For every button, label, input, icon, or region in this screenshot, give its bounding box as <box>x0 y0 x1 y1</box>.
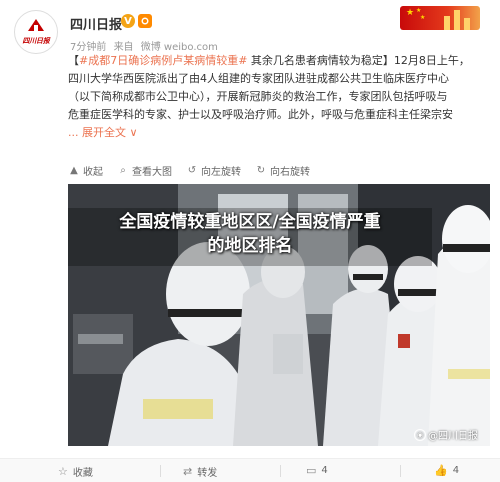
rotate-left-label: 向左旋转 <box>201 166 241 178</box>
rotate-right-button[interactable]: ↻ 向右旋转 <box>255 163 310 178</box>
post-line-2: 四川大学华西医院派出了由4人组建的专家团队进驻成都公共卫生临床医疗中心 <box>68 72 449 85</box>
author-name[interactable]: 四川日报 <box>70 14 122 33</box>
divider <box>400 465 401 477</box>
repost-label: 转发 <box>197 468 218 479</box>
favorite-button[interactable]: ☆ 收藏 <box>58 464 93 479</box>
rotate-left-button[interactable]: ↺ 向左旋转 <box>186 163 241 178</box>
rotate-left-icon: ↺ <box>187 164 197 176</box>
divider <box>280 465 281 477</box>
like-button[interactable]: 👍 4 <box>434 464 459 477</box>
anniversary-banner: ★ ★ ★ <box>400 6 480 30</box>
like-icon: 👍 <box>434 464 448 477</box>
repost-button[interactable]: ⇄ 转发 <box>183 464 217 479</box>
overlay-line-1: 全国疫情较重地区区/全国疫情严重 <box>119 212 381 232</box>
comment-count: 4 <box>321 465 328 476</box>
collapse-button[interactable]: ▲ 收起 <box>68 163 103 178</box>
post-text: 【#成都7日确诊病例卢某病情较重# 其余几名患者病情较为稳定】12月8日上午， … <box>68 52 492 142</box>
overlay-line-2: 的地区排名 <box>207 236 293 256</box>
image-watermark: ◉ @四川日报 <box>414 427 478 442</box>
view-large-button[interactable]: ⌕ 查看大图 <box>117 163 172 178</box>
comment-icon: ▭ <box>306 464 317 477</box>
image-overlay-title: 全国疫情较重地区区/全国疫情严重 的地区排名 <box>0 210 500 258</box>
post-line-1-rest: 其余几名患者病情较为稳定】12月8日上午， <box>247 54 470 67</box>
post-line-1: 【#成都7日确诊病例卢某病情较重# 其余几名患者病情较为稳定】12月8日上午， <box>68 52 492 70</box>
watermark-text: @四川日报 <box>428 431 478 442</box>
weibo-post-card: 四川日报 四川日报 V 7分钟前 来自 微博 weibo.com ★ ★ ★ 【… <box>0 0 500 482</box>
logo-mark-icon <box>26 18 46 34</box>
collapse-label: 收起 <box>83 166 103 178</box>
like-count: 4 <box>452 465 460 476</box>
weibo-logo-icon: ◉ <box>414 428 426 441</box>
action-bar: ☆ 收藏 ⇄ 转发 ▭ 4 👍 4 <box>0 458 500 482</box>
post-line-5: ... 展开全文 ∨ <box>68 124 492 142</box>
avatar[interactable]: 四川日报 <box>14 10 58 54</box>
bracket-open: 【 <box>68 54 79 67</box>
chevron-down-icon[interactable]: ∨ <box>130 126 138 139</box>
star-icon: ☆ <box>58 465 68 478</box>
medal-icon <box>138 14 152 28</box>
expand-full-text-link[interactable]: ... 展开全文 <box>68 126 126 139</box>
view-large-label: 查看大图 <box>132 166 172 178</box>
collapse-icon: ▲ <box>70 164 78 176</box>
rotate-right-icon: ↻ <box>256 164 266 176</box>
media-toolbar: ▲ 收起 ⌕ 查看大图 ↺ 向左旋转 ↻ 向右旋转 <box>68 160 492 180</box>
favorite-label: 收藏 <box>72 468 93 479</box>
post-line-4: 危重症医学科的专家、护士以及呼吸治疗师。此外，呼吸与危重症科主任梁宗安 <box>68 108 453 121</box>
topic-link[interactable]: #成都7日确诊病例卢某病情较重# <box>79 54 247 67</box>
verified-icon: V <box>121 14 135 28</box>
post-header: 四川日报 四川日报 V 7分钟前 来自 微博 weibo.com ★ ★ ★ <box>0 0 500 60</box>
avatar-logo-text: 四川日报 <box>22 37 50 45</box>
divider <box>160 465 161 477</box>
zoom-icon: ⌕ <box>120 164 126 176</box>
repost-icon: ⇄ <box>183 465 193 478</box>
comment-button[interactable]: ▭ 4 <box>306 464 328 477</box>
post-line-3: （以下简称成都市公卫中心），开展新冠肺炎的救治工作，专家团队包括呼吸与 <box>68 90 448 103</box>
rotate-right-label: 向右旋转 <box>270 166 310 178</box>
post-meta: 7分钟前 来自 微博 weibo.com <box>70 38 222 53</box>
